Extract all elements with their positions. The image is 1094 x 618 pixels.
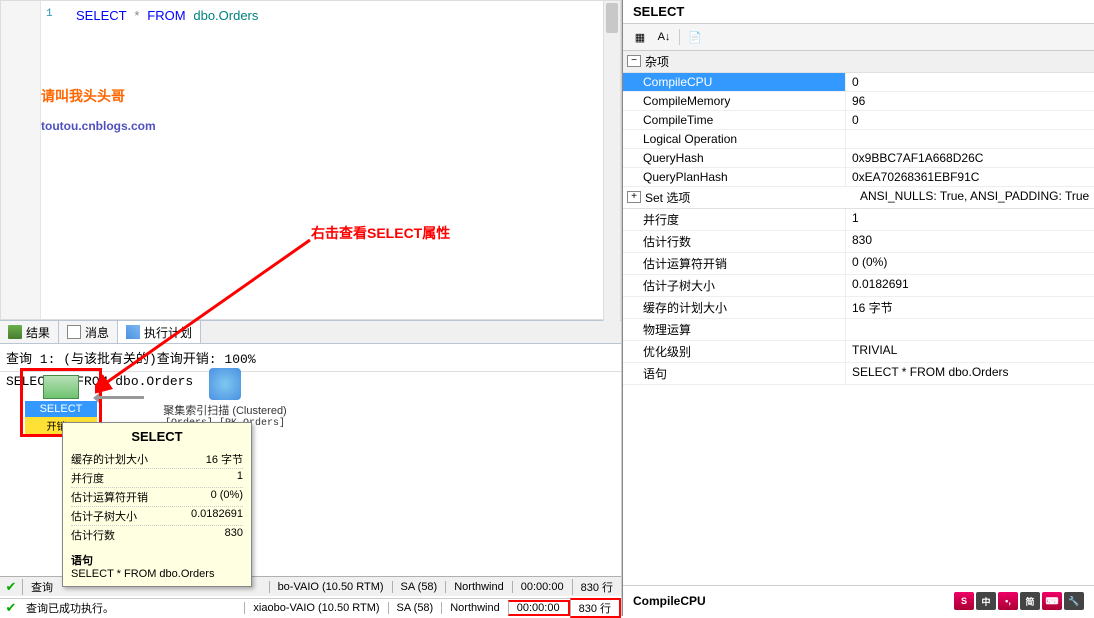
line-number: 1 <box>46 8 53 20</box>
prop-header: SELECT <box>623 0 1094 24</box>
left-panel: 1 SELECT * FROM dbo.Orders 请叫我头头哥 toutou… <box>0 0 622 616</box>
status-time: 00:00:00 <box>512 581 572 593</box>
ime-kb-icon[interactable]: ⌨ <box>1042 592 1062 610</box>
property-row[interactable]: 语句SELECT * FROM dbo.Orders <box>623 363 1094 385</box>
select-node-icon <box>43 375 79 399</box>
prop-pages-button[interactable]: 📄 <box>684 27 706 47</box>
sql-code[interactable]: SELECT * FROM dbo.Orders <box>76 8 258 24</box>
ime-s-icon[interactable]: S <box>954 592 974 610</box>
editor-gutter <box>1 1 41 319</box>
watermark-author: 请叫我头头哥 <box>41 86 125 106</box>
status2-host: xiaobo-VAIO (10.50 RTM) <box>244 602 387 614</box>
prop-description: CompileCPU S 中 •, 简 ⌨ 🔧 <box>623 585 1094 616</box>
tooltip-row: 并行度1 <box>71 469 243 488</box>
tooltip-row: 估计运算符开销0 (0%) <box>71 488 243 507</box>
property-row[interactable]: 物理运算 <box>623 319 1094 341</box>
ime-cn-icon[interactable]: 简 <box>1020 592 1040 610</box>
tab-messages[interactable]: 消息 <box>59 321 118 343</box>
properties-panel: SELECT ▦ A↓ 📄 − 杂项 CompileCPU0CompileMem… <box>622 0 1094 616</box>
property-row[interactable]: 估计运算符开销0 (0%) <box>623 253 1094 275</box>
watermark-url: toutou.cnblogs.com <box>41 119 156 133</box>
status-rows: 830 行 <box>572 579 621 595</box>
status-success-icon-2: ✔ <box>0 600 22 616</box>
tooltip-title: SELECT <box>71 429 243 450</box>
result-tabs: 结果 消息 执行计划 <box>0 320 621 344</box>
property-row[interactable]: 估计行数830 <box>623 231 1094 253</box>
ime-tool-icon[interactable]: 🔧 <box>1064 592 1084 610</box>
property-row[interactable]: 优化级别TRIVIAL <box>623 341 1094 363</box>
sql-editor[interactable]: 1 SELECT * FROM dbo.Orders 请叫我头头哥 toutou… <box>0 0 621 320</box>
alpha-sort-button[interactable]: A↓ <box>653 27 675 47</box>
property-row[interactable]: CompileMemory96 <box>623 92 1094 111</box>
tooltip-row: 估计行数830 <box>71 526 243 544</box>
tooltip-row: 缓存的计划大小16 字节 <box>71 450 243 469</box>
tooltip-stmt-label: 语句 <box>71 552 243 568</box>
ime-punct-icon[interactable]: •, <box>998 592 1018 610</box>
status2-time: 00:00:00 <box>508 600 570 616</box>
expand-icon[interactable]: + <box>627 191 641 203</box>
plan-icon <box>126 325 140 339</box>
select-tooltip: SELECT 缓存的计划大小16 字节并行度1估计运算符开销0 (0%)估计子树… <box>62 422 252 587</box>
property-row[interactable]: CompileTime0 <box>623 111 1094 130</box>
property-row[interactable]: 缓存的计划大小16 字节 <box>623 297 1094 319</box>
tab-execution-plan[interactable]: 执行计划 <box>118 321 201 343</box>
table-icon <box>8 325 22 339</box>
property-row[interactable]: Logical Operation <box>623 130 1094 149</box>
plan-connector <box>98 396 144 399</box>
tooltip-stmt: SELECT * FROM dbo.Orders <box>71 568 243 580</box>
status-msg: 查询已成功执行。 <box>22 600 244 616</box>
message-icon <box>67 325 81 339</box>
status2-db: Northwind <box>441 602 508 614</box>
status-bar-2: ✔ 查询已成功执行。 xiaobo-VAIO (10.50 RTM) SA (5… <box>0 598 621 616</box>
tab-results[interactable]: 结果 <box>0 321 59 343</box>
property-row[interactable]: QueryHash0x9BBC7AF1A668D26C <box>623 149 1094 168</box>
prop-toolbar: ▦ A↓ 📄 <box>623 24 1094 51</box>
categorize-button[interactable]: ▦ <box>629 27 651 47</box>
property-row[interactable]: 估计子树大小0.0182691 <box>623 275 1094 297</box>
status2-rows: 830 行 <box>570 598 621 618</box>
ime-toolbar[interactable]: S 中 •, 简 ⌨ 🔧 <box>954 592 1084 610</box>
scan-node-icon <box>209 368 241 400</box>
red-annotation: 右击查看SELECT属性 <box>311 223 450 243</box>
editor-scrollbar[interactable] <box>603 1 620 321</box>
ime-moon-icon[interactable]: 中 <box>976 592 996 610</box>
status-user: SA (58) <box>392 581 446 593</box>
status2-user: SA (58) <box>388 602 442 614</box>
properties-grid[interactable]: − 杂项 CompileCPU0CompileMemory96CompileTi… <box>623 51 1094 585</box>
plan-scan-node[interactable]: 聚集索引扫描 (Clustered) [Orders].[PK Orders] <box>140 368 310 429</box>
tooltip-row: 估计子树大小0.0182691 <box>71 507 243 526</box>
status-success-icon: ✔ <box>0 579 22 595</box>
property-row[interactable]: 并行度1 <box>623 209 1094 231</box>
property-row[interactable]: CompileCPU0 <box>623 73 1094 92</box>
property-row[interactable]: QueryPlanHash0xEA70268361EBF91C <box>623 168 1094 187</box>
status-db: Northwind <box>445 581 512 593</box>
category-set-options[interactable]: + Set 选项 ANSI_NULLS: True, ANSI_PADDING:… <box>623 187 1094 209</box>
category-misc[interactable]: − 杂项 <box>623 51 1094 73</box>
collapse-icon[interactable]: − <box>627 55 641 67</box>
status-host: bo-VAIO (10.50 RTM) <box>269 581 392 593</box>
